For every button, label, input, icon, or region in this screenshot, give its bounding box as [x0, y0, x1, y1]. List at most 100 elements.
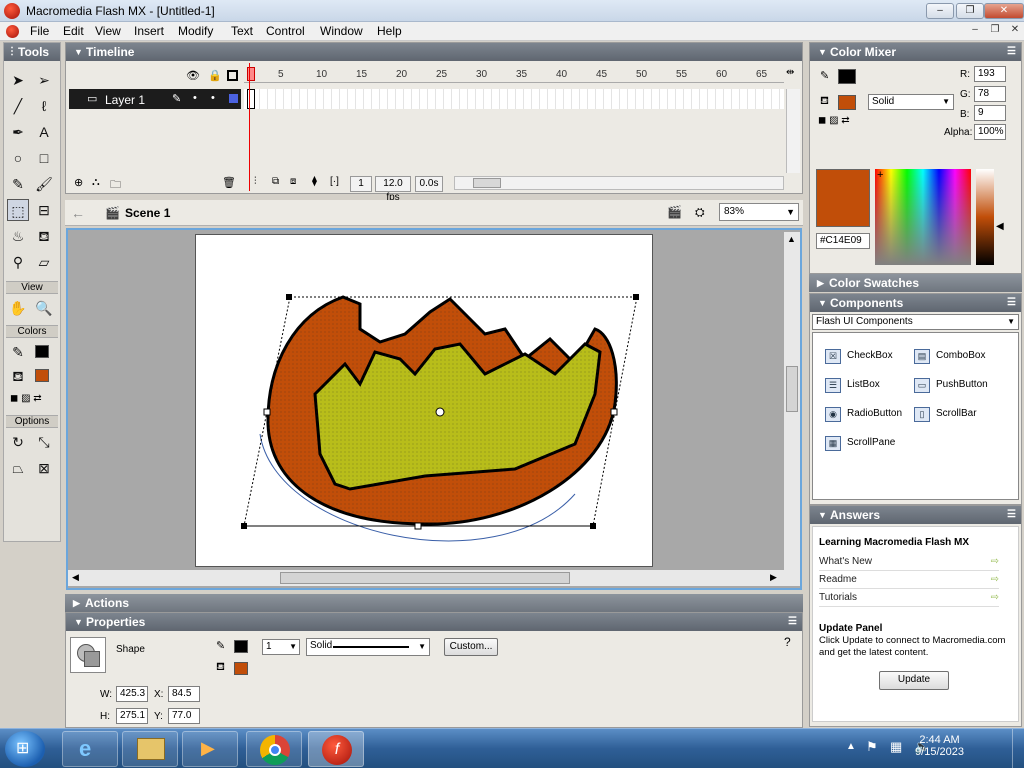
layer-row[interactable]: ▭ Layer 1 ✎ • • [69, 89, 241, 109]
start-button[interactable]: ⊞ [5, 731, 45, 767]
stage-vscroll-thumb[interactable] [786, 366, 798, 412]
layer-name[interactable]: Layer 1 [105, 93, 145, 107]
minimize-button[interactable]: – [926, 3, 954, 19]
menu-modify[interactable]: Modify [175, 24, 216, 38]
stroke-color-swatch[interactable] [35, 345, 49, 358]
doc-close-icon[interactable]: ✕ [1008, 24, 1022, 38]
brush-tool-icon[interactable]: 🖌 [33, 173, 55, 195]
color-swatches-header[interactable]: ▶ Color Swatches [809, 274, 1022, 292]
add-layer-icon[interactable]: ⊕ [74, 176, 83, 189]
arrow-tool-icon[interactable]: ➤ [7, 69, 29, 91]
hex-field[interactable]: #C14E09 [816, 233, 870, 249]
tools-header[interactable]: ⋮ Tools [4, 43, 60, 61]
y-field[interactable]: 77.0 [168, 708, 200, 724]
timeline-header[interactable]: ▼ Timeline [66, 43, 802, 61]
stroke-width-field[interactable]: 1 ▼ [262, 639, 300, 655]
line-tool-icon[interactable]: ╱ [7, 95, 29, 117]
brightness-pointer-icon[interactable]: ◀ [996, 221, 1004, 232]
fill-color-swatch[interactable] [35, 369, 49, 382]
stroke-style-dropdown[interactable]: Solid ▼ [306, 638, 430, 656]
envelope-option-icon[interactable]: ⊠ [33, 457, 55, 479]
alpha-field[interactable]: 100% [974, 124, 1006, 140]
stage-hscroll-thumb[interactable] [280, 572, 570, 584]
menu-file[interactable]: File [27, 24, 52, 38]
component-set-dropdown[interactable]: Flash UI Components ▼ [812, 314, 1019, 330]
scroll-up-icon[interactable]: ▲ [787, 234, 796, 244]
onion-outline-icon[interactable]: ⧈ [290, 176, 296, 187]
brightness-slider[interactable] [976, 169, 994, 265]
component-pushbutton[interactable]: ▭ PushButton [914, 376, 988, 394]
eye-icon[interactable]: 👁 [186, 69, 200, 82]
ink-bottle-tool-icon[interactable]: ♨ [7, 225, 29, 247]
visibility-dot[interactable]: • [193, 92, 197, 104]
custom-stroke-button[interactable]: Custom... [444, 638, 498, 656]
whats-new-link[interactable]: What's New ⇨ [819, 553, 999, 571]
frame-rate-readout[interactable]: 12.0 fps [375, 176, 411, 203]
color-spectrum[interactable]: + [875, 169, 971, 265]
paint-bucket-tool-icon[interactable]: ⛾ [33, 225, 55, 247]
flash-app-icon[interactable] [4, 3, 20, 19]
tray-expand-icon[interactable]: ▲ [846, 741, 856, 752]
fill-transform-tool-icon[interactable]: ⊟ [33, 199, 55, 221]
panel-options-icon[interactable]: ☰ [1007, 506, 1016, 524]
edit-multiple-icon[interactable]: ⧫ [312, 176, 317, 187]
fill-type-dropdown[interactable]: Solid ▼ [868, 94, 954, 110]
edit-symbol-icon[interactable]: ⛭ [695, 205, 705, 220]
close-button[interactable]: ✕ [984, 3, 1024, 19]
properties-header[interactable]: ▼ Properties ☰ [66, 613, 802, 631]
component-listbox[interactable]: ☰ ListBox [825, 376, 880, 394]
scene-label[interactable]: Scene 1 [125, 206, 170, 220]
panel-options-icon[interactable]: ☰ [788, 613, 797, 631]
lock-icon[interactable]: 🔒 [208, 69, 222, 82]
component-checkbox[interactable]: ☒ CheckBox [825, 347, 893, 365]
stage-vscroll[interactable]: ▲ [784, 232, 800, 570]
help-icon[interactable]: ? [784, 635, 791, 649]
eraser-tool-icon[interactable]: ▱ [33, 251, 55, 273]
color-buttons-icon[interactable]: ◼ ▨ ⇄ [10, 393, 42, 404]
scale-option-icon[interactable]: ⤡ [33, 431, 55, 453]
outline-icon[interactable] [227, 70, 238, 81]
rectangle-tool-icon[interactable]: □ [33, 147, 55, 169]
timeline-menu-icon[interactable]: ⇹ [786, 67, 794, 78]
props-stroke-swatch[interactable] [234, 640, 248, 653]
color-mixer-header[interactable]: ▼ Color Mixer ☰ [810, 43, 1021, 61]
green-field[interactable]: 78 [974, 86, 1006, 102]
props-fill-swatch[interactable] [234, 662, 248, 675]
scroll-left-icon[interactable]: ◀ [72, 572, 79, 583]
timeline-hscroll[interactable] [454, 176, 784, 190]
taskbar-explorer[interactable] [122, 731, 178, 767]
back-arrow-icon[interactable]: ← [71, 205, 85, 221]
frame-row[interactable] [244, 89, 784, 109]
lock-dot[interactable]: • [211, 92, 215, 104]
distort-option-icon[interactable]: ⏢ [7, 457, 29, 479]
mixer-fill-swatch[interactable] [838, 95, 856, 110]
add-guide-icon[interactable]: ⛬ [92, 176, 100, 189]
shape-drawing[interactable] [195, 234, 653, 567]
readme-link[interactable]: Readme ⇨ [819, 571, 999, 589]
doc-minimize-icon[interactable]: – [968, 24, 982, 38]
menu-text[interactable]: Text [228, 24, 256, 38]
tray-flag-icon[interactable]: ⚑ [866, 739, 878, 755]
color-tools-icon[interactable]: ◼ ▨ ⇄ [818, 115, 850, 126]
width-field[interactable]: 425.3 [116, 686, 148, 702]
zoom-dropdown[interactable]: 83% ▼ [719, 203, 799, 221]
red-field[interactable]: 193 [974, 66, 1006, 82]
hand-tool-icon[interactable]: ✋ [7, 297, 29, 319]
pen-tool-icon[interactable]: ✒ [7, 121, 29, 143]
menu-insert[interactable]: Insert [131, 24, 167, 38]
timeline-hscroll-thumb[interactable] [473, 178, 501, 188]
answers-header[interactable]: ▼ Answers ☰ [810, 506, 1021, 524]
subselect-tool-icon[interactable]: ➢ [33, 69, 55, 91]
menu-control[interactable]: Control [263, 24, 308, 38]
taskbar-chrome[interactable] [246, 731, 302, 767]
component-combobox[interactable]: ▤ ComboBox [914, 347, 985, 365]
system-clock[interactable]: 2:44 AM 9/15/2023 [915, 734, 964, 758]
height-field[interactable]: 275.1 [116, 708, 148, 724]
tutorials-link[interactable]: Tutorials ⇨ [819, 589, 999, 607]
mixer-stroke-swatch[interactable] [838, 69, 856, 84]
onion-markers-icon[interactable]: [·] [330, 176, 339, 187]
lasso-tool-icon[interactable]: ℓ [33, 95, 55, 117]
taskbar-flash[interactable]: f [308, 731, 364, 767]
tray-network-icon[interactable]: ▦ [890, 739, 902, 755]
panel-options-icon[interactable]: ☰ [1007, 294, 1016, 312]
